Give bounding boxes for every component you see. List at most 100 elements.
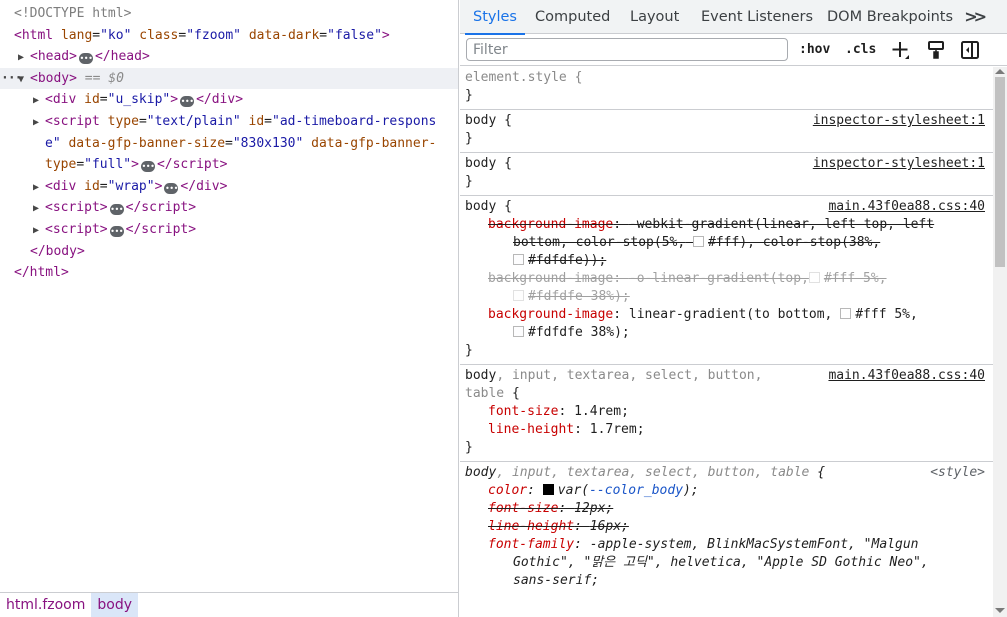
collapsed-ellipsis-icon[interactable]: ••• — [180, 96, 195, 108]
rule-body-inspector[interactable]: body {inspector-stylesheet:1 } — [460, 153, 993, 196]
rule-source-link[interactable]: main.43f0ea88.css:40 — [828, 367, 985, 385]
scroll-down-arrow-icon[interactable] — [995, 608, 1005, 613]
rule-element-style[interactable]: element.style { } — [460, 67, 993, 110]
breadcrumb-html[interactable]: html.fzoom — [0, 593, 91, 617]
html-node[interactable]: <html lang="ko" class="fzoom" data-dark=… — [0, 25, 458, 47]
class-toggle[interactable]: .cls — [845, 38, 876, 62]
div-wrap-node[interactable]: ▶ <div id="wrap"> ••• </div> — [0, 176, 458, 198]
property-value: 1.7rem; — [589, 422, 645, 437]
declaration-font-size[interactable]: font-size: 1.4rem; — [465, 403, 993, 421]
script-close-tag: script — [141, 200, 189, 216]
declaration-bg-linear[interactable]: background-image: linear-gradient(to bot… — [465, 306, 993, 342]
tab-dom-breakpoints[interactable]: DOM Breakpoints — [827, 0, 953, 34]
script-timeboard-node-line3[interactable]: type="full"> ••• </script> — [0, 154, 458, 176]
rule-selector: body — [465, 199, 497, 214]
color-swatch-icon[interactable] — [513, 290, 524, 301]
head-node[interactable]: ▶ <head> ••• </head> — [0, 46, 458, 68]
doctype-text: <!DOCTYPE html> — [14, 6, 132, 21]
rule-body-background[interactable]: body {main.43f0ea88.css:40 background-im… — [460, 196, 993, 365]
color-swatch-icon[interactable] — [513, 254, 524, 265]
styles-scrollbar[interactable] — [993, 67, 1007, 617]
body-node-selected[interactable]: ··· ▼ <body> == $0 — [0, 67, 458, 90]
styles-panel: Styles Computed Layout Event Listeners D… — [460, 0, 1007, 617]
rule-body-style-tag[interactable]: body, input, textarea, select, button, t… — [460, 462, 993, 594]
color-swatch-icon[interactable] — [840, 308, 852, 319]
new-rule-plus-icon[interactable] — [890, 39, 912, 61]
elements-panel: <!DOCTYPE html> <html lang="ko" class="f… — [0, 0, 459, 617]
filter-input[interactable] — [466, 38, 788, 61]
collapsed-ellipsis-icon[interactable]: ••• — [140, 161, 155, 173]
property-value: ); — [683, 483, 699, 498]
expand-triangle-icon[interactable]: ▶ — [33, 198, 45, 219]
rule-source-link[interactable]: inspector-stylesheet:1 — [813, 112, 985, 130]
rule-selector: body — [465, 465, 497, 480]
color-swatch-icon[interactable] — [513, 326, 524, 337]
expand-triangle-icon[interactable]: ▶ — [33, 90, 45, 111]
declaration-bg-webkit[interactable]: background-image: -webkit-gradient(linea… — [465, 216, 993, 270]
rule-source-style-tag: <style> — [930, 465, 985, 480]
rule-source-link[interactable]: inspector-stylesheet:1 — [813, 155, 985, 173]
property-name: color — [488, 483, 528, 498]
collapsed-ellipsis-icon[interactable]: ••• — [78, 53, 93, 65]
declaration-font-size-overridden[interactable]: font-size: 12px; — [465, 500, 993, 518]
property-value: #fff), color-stop(38%, — [708, 235, 881, 250]
script-tag: script — [52, 113, 100, 129]
expand-triangle-icon[interactable]: ▶ — [33, 112, 45, 133]
rule-body-inspector[interactable]: body {inspector-stylesheet:1 } — [460, 110, 993, 153]
css-variable-link[interactable]: --color_body — [589, 483, 683, 498]
rule-selector-rest: table — [465, 386, 505, 401]
styles-toolbar: :hov .cls — [460, 34, 1007, 66]
attr-id-value: "wrap" — [107, 178, 155, 194]
toggle-sidebar-icon[interactable] — [959, 39, 981, 61]
declaration-line-height[interactable]: line-height: 1.7rem; — [465, 421, 993, 439]
attr-data-dark-name: data-dark — [248, 27, 320, 43]
tab-computed[interactable]: Computed — [535, 0, 610, 34]
expand-triangle-icon[interactable]: ▶ — [33, 177, 45, 198]
rule-body-fonts[interactable]: body, input, textarea, select, button, ma… — [460, 365, 993, 462]
script-close-tag: script — [141, 221, 189, 237]
collapsed-ellipsis-icon[interactable]: ••• — [164, 182, 179, 194]
rule-source-link[interactable]: main.43f0ea88.css:40 — [828, 198, 985, 216]
collapsed-ellipsis-icon[interactable]: ••• — [109, 204, 124, 216]
declaration-bg-o[interactable]: background-image: -o-linear-gradient(top… — [465, 270, 993, 306]
selected-node-marker: == $0 — [84, 70, 124, 86]
expand-triangle-icon[interactable]: ▶ — [33, 220, 45, 241]
script-node[interactable]: ▶ <script> ••• </script> — [0, 219, 458, 241]
attr-id-value: "u_skip" — [107, 92, 171, 108]
declaration-font-family[interactable]: font-family: -apple-system, BlinkMacSyst… — [465, 536, 993, 590]
more-tabs-chevron-icon[interactable]: >> — [964, 0, 987, 34]
rule-selector: body — [465, 113, 497, 128]
property-value: -o-linear-gradient(top, — [628, 271, 809, 286]
html-close-node[interactable]: </html> — [0, 262, 458, 284]
property-value: sans-serif; — [513, 573, 600, 588]
more-actions-icon[interactable]: ··· — [1, 68, 23, 90]
div-tag: div — [52, 92, 77, 108]
div-u-skip-node[interactable]: ▶ <div id="u_skip"> ••• </div> — [0, 89, 458, 111]
script-node[interactable]: ▶ <script> ••• </script> — [0, 197, 458, 219]
attr-lang-value: "ko" — [100, 27, 132, 43]
tab-styles[interactable]: Styles — [465, 0, 525, 35]
color-swatch-icon[interactable] — [808, 272, 820, 283]
color-swatch-icon[interactable] — [542, 484, 554, 495]
doctype-node[interactable]: <!DOCTYPE html> — [0, 3, 458, 25]
script-timeboard-node-line1[interactable]: ▶ <script type="text/plain" id="ad-timebo… — [0, 111, 458, 133]
breadcrumb-body[interactable]: body — [91, 593, 139, 617]
element-state-paint-icon[interactable] — [925, 39, 947, 61]
attr-banner-type-name-part2: type — [45, 157, 77, 173]
expand-triangle-icon[interactable]: ▶ — [18, 47, 30, 68]
script-timeboard-node-line2[interactable]: e" data-gfp-banner-size="830x130" data-g… — [0, 133, 458, 155]
color-swatch-icon[interactable] — [693, 236, 705, 247]
declaration-color[interactable]: color: var(--color_body); — [465, 482, 993, 500]
tab-event-listeners[interactable]: Event Listeners — [701, 0, 813, 34]
declaration-line-height-overridden[interactable]: line-height: 16px; — [465, 518, 993, 536]
attr-banner-size-name: data-gfp-banner-size — [68, 135, 226, 151]
property-value: #fff 5%, — [823, 271, 887, 286]
body-close-node[interactable]: </body> — [0, 241, 458, 263]
attr-id-name: id — [248, 113, 265, 129]
hover-state-toggle[interactable]: :hov — [799, 38, 830, 62]
scrollbar-thumb[interactable] — [995, 77, 1005, 267]
attr-banner-type-value: "full" — [84, 157, 132, 173]
scroll-up-arrow-icon[interactable] — [995, 69, 1005, 74]
tab-layout[interactable]: Layout — [630, 0, 679, 34]
collapsed-ellipsis-icon[interactable]: ••• — [109, 225, 124, 237]
